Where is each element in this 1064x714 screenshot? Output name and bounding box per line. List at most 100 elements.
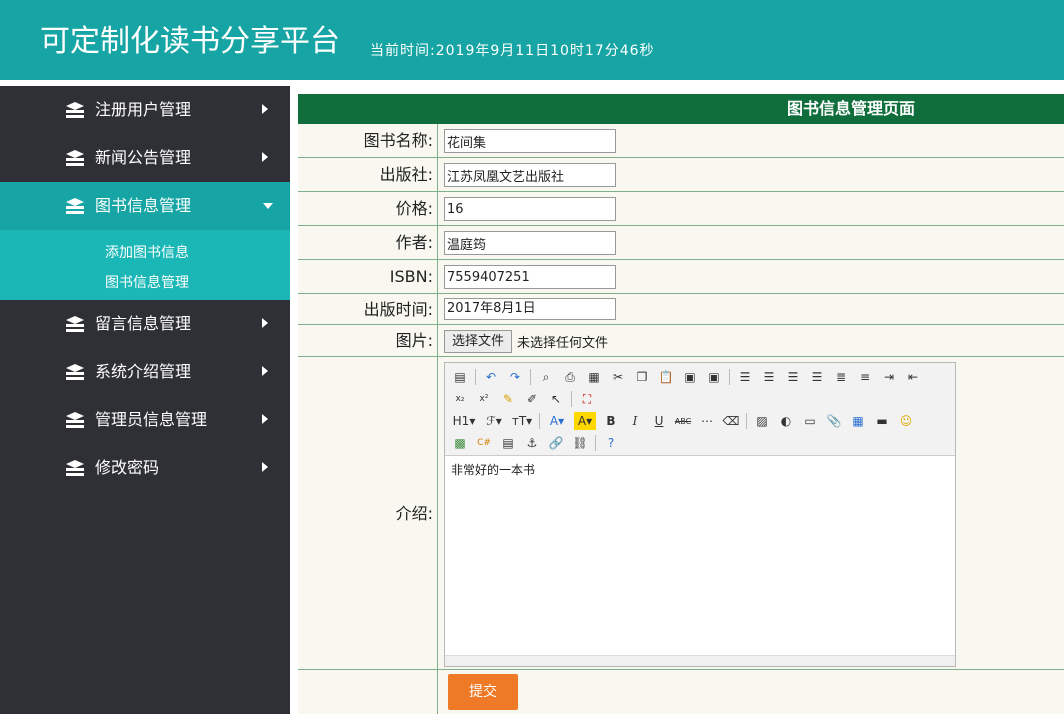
toolbar-separator bbox=[571, 391, 572, 407]
image-label: 图片: bbox=[298, 325, 438, 356]
rich-text-editor[interactable]: ▤ ↶ ↷ ⌕ ⎙ ▦ ✂ ❐ 📋 ▣ ▣ ☰ ☰ ☰ ☰ ≣ ≡ ⇥ ⇤ x₂ x² ✎ ✐ ↖ ⛶ H1▾ ℱ… bbox=[444, 362, 956, 667]
submit-button[interactable]: 提交 bbox=[448, 674, 518, 710]
book-name-input[interactable] bbox=[444, 129, 616, 153]
undo-icon[interactable]: ↶ bbox=[482, 368, 500, 386]
insert-image-icon[interactable]: ▨ bbox=[753, 412, 771, 430]
sidebar: 注册用户管理 新闻公告管理 图书信息管理 添加图书信息 图书信息管理 留言信息管… bbox=[0, 86, 290, 714]
strikethrough-icon[interactable]: ABC bbox=[674, 412, 692, 430]
redo-icon[interactable]: ↷ bbox=[506, 368, 524, 386]
select-all-icon[interactable]: ✐ bbox=[523, 390, 541, 408]
superscript-icon[interactable]: x² bbox=[475, 390, 493, 408]
sidebar-item-system-intro[interactable]: 系统介绍管理 bbox=[0, 348, 290, 396]
editor-content[interactable]: 非常好的一本书 bbox=[451, 461, 535, 478]
choose-file-button[interactable]: 选择文件 bbox=[444, 330, 512, 353]
emoticon-icon[interactable]: ☺ bbox=[897, 412, 915, 430]
author-label: 作者: bbox=[298, 226, 438, 259]
panel-title: 图书信息管理页面 bbox=[298, 94, 1064, 124]
toolbar-separator bbox=[530, 369, 531, 385]
paste-icon[interactable]: 📋 bbox=[657, 368, 675, 386]
toolbar-separator bbox=[729, 369, 730, 385]
font-family-icon[interactable]: ℱ▾ bbox=[483, 412, 505, 430]
fullscreen-icon[interactable]: ⛶ bbox=[578, 390, 596, 408]
name-label: 图书名称: bbox=[298, 124, 438, 157]
print-icon[interactable]: ⎙ bbox=[561, 368, 579, 386]
media-icon[interactable]: ▭ bbox=[801, 412, 819, 430]
submenu-item-add-book[interactable]: 添加图书信息 bbox=[105, 242, 189, 262]
publisher-input[interactable] bbox=[444, 163, 616, 187]
form-row-image: 图片: 选择文件 未选择任何文件 bbox=[298, 325, 1064, 357]
unordered-list-icon[interactable]: ≡ bbox=[856, 368, 874, 386]
link-icon[interactable]: 🔗 bbox=[547, 434, 565, 452]
hr-icon[interactable]: ⋯ bbox=[698, 412, 716, 430]
toolbar-separator bbox=[595, 435, 596, 451]
main-panel: 图书信息管理页面 图书名称: 出版社: 价格: 作者: ISBN: 出版时间: … bbox=[298, 94, 1064, 714]
cut-icon[interactable]: ✂ bbox=[609, 368, 627, 386]
isbn-label: ISBN: bbox=[298, 260, 438, 293]
align-center-icon[interactable]: ☰ bbox=[760, 368, 778, 386]
attachment-icon[interactable]: 📎 bbox=[825, 412, 843, 430]
publisher-label: 出版社: bbox=[298, 158, 438, 191]
highlight-icon[interactable]: A▾ bbox=[574, 412, 596, 430]
sidebar-item-label: 管理员信息管理 bbox=[95, 410, 208, 429]
sidebar-item-label: 注册用户管理 bbox=[95, 100, 192, 119]
stack-icon bbox=[66, 364, 84, 380]
current-time: 当前时间:2019年9月11日10时17分46秒 bbox=[370, 43, 655, 59]
sidebar-item-admins[interactable]: 管理员信息管理 bbox=[0, 396, 290, 444]
justify-icon[interactable]: ☰ bbox=[808, 368, 826, 386]
sidebar-item-change-password[interactable]: 修改密码 bbox=[0, 444, 290, 492]
submenu-item-manage-books[interactable]: 图书信息管理 bbox=[105, 272, 189, 292]
subscript-icon[interactable]: x₂ bbox=[451, 390, 469, 408]
stack-icon bbox=[66, 412, 84, 428]
sidebar-item-news[interactable]: 新闻公告管理 bbox=[0, 134, 290, 182]
paste-text-icon[interactable]: ▣ bbox=[681, 368, 699, 386]
clear-format-icon[interactable]: ✎ bbox=[499, 390, 517, 408]
caret-right-icon bbox=[262, 318, 268, 328]
ordered-list-icon[interactable]: ≣ bbox=[832, 368, 850, 386]
sidebar-item-messages[interactable]: 留言信息管理 bbox=[0, 300, 290, 348]
header-bar: 可定制化读书分享平台 当前时间:2019年9月11日10时17分46秒 bbox=[0, 0, 1064, 80]
pubdate-input[interactable] bbox=[444, 298, 616, 320]
form-row-pubdate: 出版时间: bbox=[298, 294, 1064, 325]
unlink-icon[interactable]: ⛓ bbox=[571, 434, 589, 452]
preview-icon[interactable]: ⌕ bbox=[537, 368, 555, 386]
template-icon[interactable]: ▦ bbox=[585, 368, 603, 386]
bold-icon[interactable]: B bbox=[602, 412, 620, 430]
code-icon[interactable]: C# bbox=[475, 434, 493, 452]
form-row-name: 图书名称: bbox=[298, 124, 1064, 158]
italic-icon[interactable]: I bbox=[626, 412, 644, 430]
price-input[interactable] bbox=[444, 197, 616, 221]
file-status: 未选择任何文件 bbox=[517, 336, 609, 351]
align-right-icon[interactable]: ☰ bbox=[784, 368, 802, 386]
paste-word-icon[interactable]: ▣ bbox=[705, 368, 723, 386]
sidebar-item-label: 系统介绍管理 bbox=[95, 362, 192, 381]
heading-icon[interactable]: H1▾ bbox=[451, 412, 477, 430]
form-row-submit: 提交 bbox=[298, 670, 1064, 714]
stack-icon bbox=[66, 460, 84, 476]
source-icon[interactable]: ▤ bbox=[451, 368, 469, 386]
align-left-icon[interactable]: ☰ bbox=[736, 368, 754, 386]
sidebar-item-books[interactable]: 图书信息管理 bbox=[0, 182, 290, 230]
flash-icon[interactable]: ◐ bbox=[777, 412, 795, 430]
pointer-icon[interactable]: ↖ bbox=[547, 390, 565, 408]
font-color-icon[interactable]: A▾ bbox=[546, 412, 568, 430]
insert-hr-icon[interactable]: ▬ bbox=[873, 412, 891, 430]
sidebar-item-registered-users[interactable]: 注册用户管理 bbox=[0, 86, 290, 134]
eraser-icon[interactable]: ⌫ bbox=[722, 412, 740, 430]
table-icon[interactable]: ▦ bbox=[849, 412, 867, 430]
isbn-input[interactable] bbox=[444, 265, 616, 289]
editor-resize-handle[interactable] bbox=[445, 655, 955, 666]
anchor-icon[interactable]: ⚓ bbox=[523, 434, 541, 452]
form-row-publisher: 出版社: bbox=[298, 158, 1064, 192]
outdent-icon[interactable]: ⇤ bbox=[904, 368, 922, 386]
caret-right-icon bbox=[262, 366, 268, 376]
underline-icon[interactable]: U bbox=[650, 412, 668, 430]
font-size-icon[interactable]: тT▾ bbox=[511, 412, 533, 430]
page-break-icon[interactable]: ▤ bbox=[499, 434, 517, 452]
help-icon[interactable]: ? bbox=[602, 434, 620, 452]
author-input[interactable] bbox=[444, 231, 616, 255]
form-row-intro: 介绍: ▤ ↶ ↷ ⌕ ⎙ ▦ ✂ ❐ 📋 ▣ ▣ ☰ ☰ ☰ ☰ ≣ ≡ ⇥ ⇤ x₂ x² ✎ ✐ ↖ bbox=[298, 357, 1064, 670]
copy-icon[interactable]: ❐ bbox=[633, 368, 651, 386]
image-icon[interactable]: ▩ bbox=[451, 434, 469, 452]
caret-right-icon bbox=[262, 414, 268, 424]
indent-icon[interactable]: ⇥ bbox=[880, 368, 898, 386]
